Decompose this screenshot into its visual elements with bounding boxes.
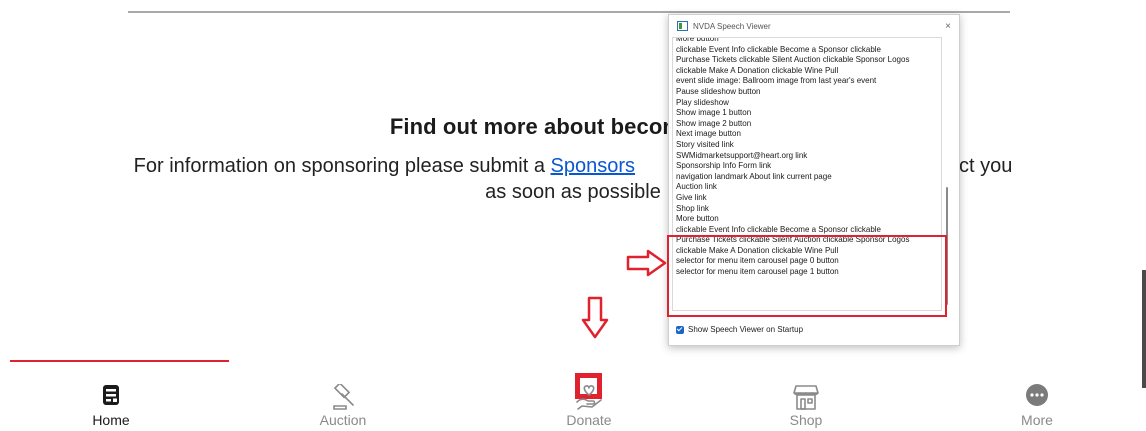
active-section-underline [10, 360, 229, 362]
top-divider [128, 11, 1010, 13]
nav-label-auction: Auction [319, 412, 367, 428]
speech-log-line: Play slideshow [676, 97, 729, 107]
speech-log-line: More button [676, 37, 719, 43]
startup-checkbox-row[interactable]: Show Speech Viewer on Startup [676, 325, 803, 334]
checkbox-checked-icon[interactable] [676, 325, 684, 334]
speech-viewer-title: NVDA Speech Viewer [693, 21, 771, 31]
speech-log-line: navigation landmark About link current p… [676, 171, 832, 181]
nvda-app-icon [677, 21, 688, 31]
sponsorship-link[interactable]: Sponsors [551, 155, 636, 177]
page-scrollbar[interactable] [1142, 270, 1146, 388]
annotation-highlight-box [667, 235, 947, 317]
gavel-icon [333, 384, 354, 410]
speech-log-line: Shop link [676, 203, 709, 213]
paragraph-text-before: For information on sponsoring please sub… [133, 155, 551, 177]
nav-label-shop: Shop [789, 412, 823, 428]
paragraph-line-2: as soon as possible [485, 181, 661, 203]
speech-log-line: Story visited link [676, 139, 734, 149]
speech-log-line: Sponsorship Info Form link [676, 161, 772, 171]
speech-log-line: Show image 2 button [676, 118, 752, 128]
speech-log-line: More button [676, 214, 719, 224]
close-icon[interactable]: × [945, 21, 951, 32]
section-heading: Find out more about becoming a C [389, 114, 757, 140]
more-icon [1026, 384, 1048, 406]
heart-hand-icon [576, 385, 602, 410]
speech-log-line: Next image button [676, 129, 741, 139]
home-icon [103, 385, 119, 405]
speech-log-line: clickable Event Info clickable Become a … [676, 224, 881, 234]
annotation-arrow-down-icon [581, 296, 609, 339]
storefront-icon [793, 385, 819, 410]
nav-label-donate: Donate [566, 412, 612, 428]
speech-log-line: Give link [676, 192, 707, 202]
speech-log-line: event slide image: Ballroom image from l… [676, 76, 877, 86]
nav-label-more: More [1021, 412, 1053, 428]
startup-checkbox-label: Show Speech Viewer on Startup [688, 325, 804, 334]
speech-log-line: clickable Make A Donation clickable Wine… [676, 65, 839, 75]
annotation-arrow-right-icon [626, 249, 667, 277]
bottom-navigation: Home Auction Donate Shop More [0, 384, 1146, 431]
nav-label-home: Home [92, 412, 130, 428]
speech-log-line: Purchase Tickets clickable Silent Auctio… [676, 55, 910, 65]
speech-log-line: SWMidmarketsupport@heart.org link [676, 150, 808, 160]
speech-log-line: clickable Event Info clickable Become a … [676, 44, 881, 54]
speech-viewer-titlebar: NVDA Speech Viewer × [669, 15, 959, 37]
sponsor-info-paragraph: For information on sponsoring please sub… [0, 153, 1146, 205]
speech-log-line: Pause slideshow button [676, 86, 761, 96]
speech-log-line: Auction link [676, 182, 717, 192]
speech-log-line: Show image 1 button [676, 108, 752, 118]
